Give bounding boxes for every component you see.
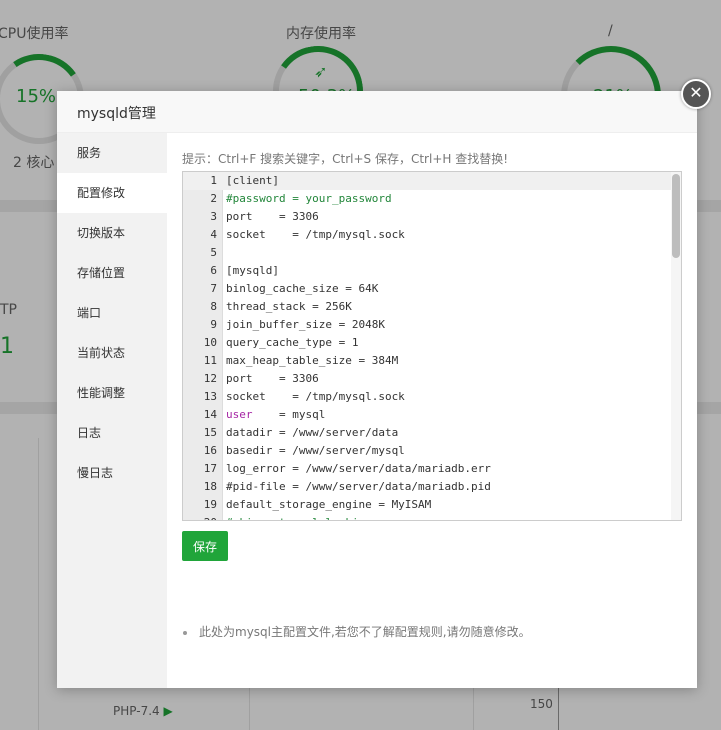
line-number: 15 <box>203 426 217 439</box>
code-text: #skip-external-locking <box>226 514 372 520</box>
line-number: 5 <box>210 246 217 259</box>
code-text: [mysqld] <box>226 264 279 277</box>
code-line[interactable]: 19 default_storage_engine = MyISAM <box>183 496 673 514</box>
mysqld-dialog: mysqld管理 ✕ 服务 配置修改 切换版本 存储位置 端口 当前状态 性能调整 日志 慢日志… <box>57 79 711 688</box>
code-text: #pid-file = /www/server/data/mariadb.pid <box>226 480 491 493</box>
code-text: binlog_cache_size = 64K <box>226 282 379 295</box>
line-number: 4 <box>210 228 217 241</box>
line-number: 12 <box>203 372 217 385</box>
sidebar-item[interactable]: 性能调整 <box>57 373 167 413</box>
code-text: socket = /tmp/mysql.sock <box>226 390 405 403</box>
code-line[interactable]: 14 user = mysql <box>183 406 673 424</box>
code-text: [client] <box>226 174 279 187</box>
editor-scrollbar[interactable] <box>671 172 681 520</box>
code-line[interactable]: 2 #password = your_password <box>183 190 673 208</box>
code-text: #password = your_password <box>226 192 392 205</box>
code-line[interactable]: 13 socket = /tmp/mysql.sock <box>183 388 673 406</box>
code-line[interactable]: 9 join_buffer_size = 2048K <box>183 316 673 334</box>
config-note: 此处为mysql主配置文件,若您不了解配置规则,请勿随意修改。 <box>182 623 531 640</box>
code-editor[interactable]: 1 [client] 2 #password = your_password 3 port… <box>182 171 682 521</box>
code-text: default_storage_engine = MyISAM <box>226 498 432 511</box>
dialog-sidebar: 服务 配置修改 切换版本 存储位置 端口 当前状态 性能调整 日志 慢日志 <box>57 133 167 688</box>
line-number: 6 <box>210 264 217 277</box>
line-number: 2 <box>210 192 217 205</box>
code-line[interactable]: 15 datadir = /www/server/data <box>183 424 673 442</box>
line-number: 20 <box>183 514 217 520</box>
sidebar-item[interactable]: 端口 <box>57 293 167 333</box>
sidebar-item[interactable]: 存储位置 <box>57 253 167 293</box>
code-text: join_buffer_size = 2048K <box>226 318 385 331</box>
code-text: datadir = /www/server/data <box>226 426 399 439</box>
sidebar-item[interactable]: 切换版本 <box>57 213 167 253</box>
close-icon[interactable]: ✕ <box>681 79 711 109</box>
code-line[interactable]: 10 query_cache_type = 1 <box>183 334 673 352</box>
code-line[interactable]: 16 basedir = /www/server/mysql <box>183 442 673 460</box>
sidebar-item[interactable]: 服务 <box>57 133 167 173</box>
code-text: query_cache_type = 1 <box>226 336 359 349</box>
line-number: 11 <box>203 354 217 367</box>
line-number: 17 <box>203 462 217 475</box>
line-number: 7 <box>210 282 217 295</box>
code-line[interactable]: 5 <box>183 244 673 262</box>
code-text: port = 3306 <box>226 372 319 385</box>
code-text: log_error = /www/server/data/mariadb.err <box>226 462 491 475</box>
sidebar-item[interactable]: 配置修改 <box>57 173 167 213</box>
line-number: 10 <box>203 336 217 349</box>
code-text: user = mysql <box>226 406 325 424</box>
dialog-header: mysqld管理 <box>57 91 697 133</box>
line-number: 1 <box>210 174 217 187</box>
code-line[interactable]: 3 port = 3306 <box>183 208 673 226</box>
code-line[interactable]: 17 log_error = /www/server/data/mariadb.e… <box>183 460 673 478</box>
code-line[interactable]: 4 socket = /tmp/mysql.sock <box>183 226 673 244</box>
code-line[interactable]: 11 max_heap_table_size = 384M <box>183 352 673 370</box>
code-text: socket = /tmp/mysql.sock <box>226 228 405 241</box>
line-number: 3 <box>210 210 217 223</box>
sidebar-item[interactable]: 日志 <box>57 413 167 453</box>
code-line[interactable]: 6 [mysqld] <box>183 262 673 280</box>
bullet-icon <box>183 630 187 635</box>
line-number: 8 <box>210 300 217 313</box>
dialog-title: mysqld管理 <box>77 106 156 122</box>
code-line[interactable]: 7 binlog_cache_size = 64K <box>183 280 673 298</box>
config-note-text: 此处为mysql主配置文件,若您不了解配置规则,请勿随意修改。 <box>199 625 531 639</box>
code-line[interactable]: 8 thread_stack = 256K <box>183 298 673 316</box>
config-editor-panel: 提示：Ctrl+F 搜索关键字，Ctrl+S 保存，Ctrl+H 查找替换! 1… <box>167 133 697 688</box>
line-number: 19 <box>203 498 217 511</box>
line-number: 16 <box>203 444 217 457</box>
code-text: port = 3306 <box>226 210 319 223</box>
save-button[interactable]: 保存 <box>182 531 228 561</box>
line-number: 14 <box>203 408 217 421</box>
line-number: 18 <box>203 480 217 493</box>
code-text: basedir = /www/server/mysql <box>226 444 405 457</box>
scroll-thumb[interactable] <box>672 174 680 258</box>
line-number: 9 <box>210 318 217 331</box>
sidebar-item[interactable]: 慢日志 <box>57 453 167 493</box>
code-text: max_heap_table_size = 384M <box>226 354 399 367</box>
code-line[interactable]: 12 port = 3306 <box>183 370 673 388</box>
code-line[interactable]: 1 [client] <box>183 172 673 190</box>
code-text: thread_stack = 256K <box>226 300 352 313</box>
editor-hint: 提示：Ctrl+F 搜索关键字，Ctrl+S 保存，Ctrl+H 查找替换! <box>182 152 509 166</box>
code-token: = mysql <box>252 408 326 421</box>
code-lines[interactable]: 1 [client] 2 #password = your_password 3 port… <box>183 172 673 520</box>
code-line[interactable]: 20 #skip-external-locking <box>183 514 673 520</box>
line-number: 13 <box>203 390 217 403</box>
sidebar-item[interactable]: 当前状态 <box>57 333 167 373</box>
keyword-token: user <box>226 408 253 421</box>
code-line[interactable]: 18 #pid-file = /www/server/data/mariadb.p… <box>183 478 673 496</box>
